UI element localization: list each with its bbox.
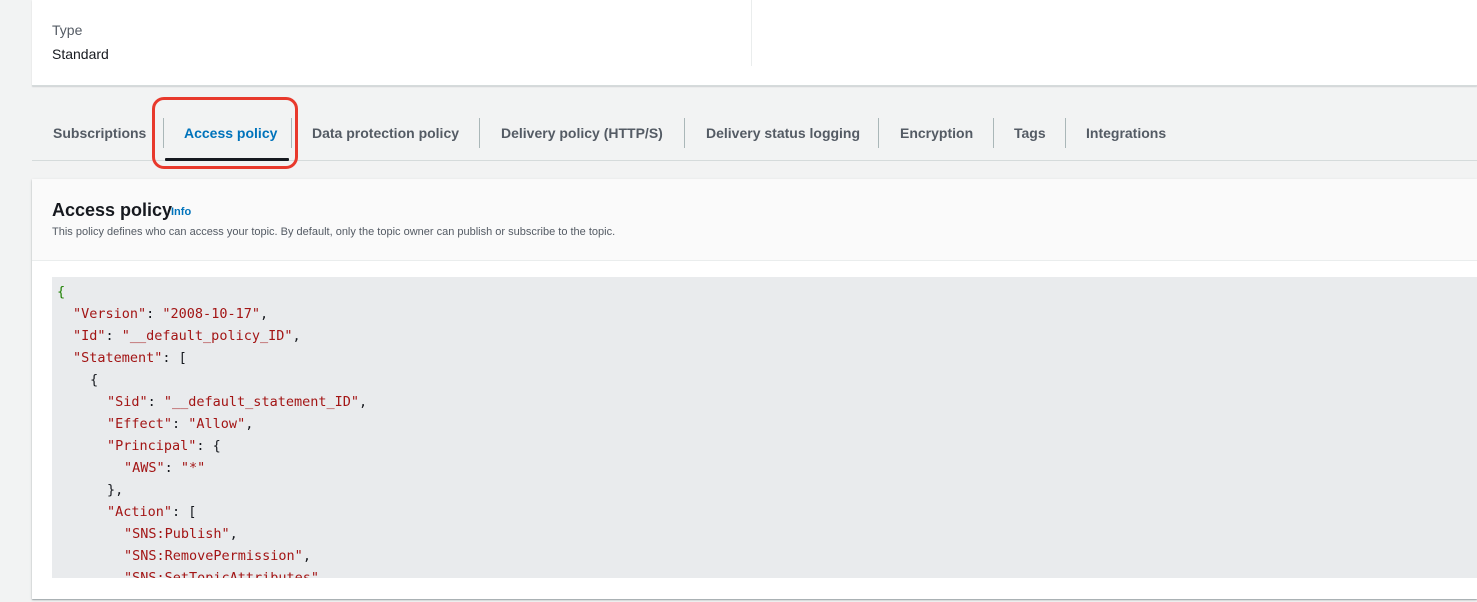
code-line: "SNS:SetTopicAttributes", bbox=[124, 567, 327, 578]
tab-data-protection-policy[interactable]: Data protection policy bbox=[312, 108, 459, 158]
code-line: { bbox=[90, 369, 98, 391]
json-bracket: [ bbox=[178, 350, 187, 366]
tab-subscriptions[interactable]: Subscriptions bbox=[53, 108, 146, 158]
tab-encryption[interactable]: Encryption bbox=[900, 108, 973, 158]
code-line: "Action": [ bbox=[107, 504, 197, 520]
policy-json-editor[interactable]: { "Version": "2008-10-17", "Id": "__defa… bbox=[52, 277, 1477, 578]
code-line: "SNS:RemovePermission", bbox=[124, 548, 311, 564]
type-value: Standard bbox=[52, 46, 109, 62]
topic-details-card: Type Standard bbox=[32, 0, 1477, 86]
json-key: "Version" bbox=[73, 306, 147, 322]
tab-separator bbox=[684, 118, 685, 148]
tab-separator bbox=[878, 118, 879, 148]
json-bracket: [ bbox=[188, 504, 197, 520]
json-key: "Effect" bbox=[107, 416, 173, 432]
json-value: "2008-10-17" bbox=[162, 306, 260, 322]
tab-separator bbox=[1065, 118, 1066, 148]
json-key: "Principal" bbox=[107, 438, 197, 454]
json-key: "Id" bbox=[73, 328, 106, 344]
code-line: }, bbox=[107, 479, 123, 501]
code-line: { bbox=[57, 281, 65, 303]
json-value: "__default_statement_ID" bbox=[163, 394, 359, 410]
code-line: "Principal": { bbox=[107, 438, 221, 454]
json-brace: { bbox=[90, 372, 99, 388]
json-value: "__default_policy_ID" bbox=[121, 328, 293, 344]
json-brace: { bbox=[57, 284, 66, 300]
code-line: "Version": "2008-10-17", bbox=[73, 306, 269, 322]
tab-delivery-policy[interactable]: Delivery policy (HTTP/S) bbox=[501, 108, 663, 158]
column-divider bbox=[751, 0, 752, 66]
tab-delivery-status-logging[interactable]: Delivery status logging bbox=[706, 108, 860, 158]
tab-tags[interactable]: Tags bbox=[1014, 108, 1046, 158]
json-value: "SNS:Publish" bbox=[124, 526, 230, 542]
json-value: "SNS:SetTopicAttributes" bbox=[124, 570, 320, 578]
json-brace: }, bbox=[107, 482, 124, 498]
tab-integrations[interactable]: Integrations bbox=[1086, 108, 1166, 158]
code-line: "Id": "__default_policy_ID", bbox=[73, 328, 301, 344]
access-policy-panel: Access policy Info This policy defines w… bbox=[32, 179, 1477, 599]
panel-description: This policy defines who can access your … bbox=[52, 226, 616, 238]
json-value: "SNS:RemovePermission" bbox=[124, 548, 303, 564]
tab-separator bbox=[993, 118, 994, 148]
code-line: "SNS:Publish", bbox=[124, 526, 238, 542]
code-line: "Effect": "Allow", bbox=[107, 416, 254, 432]
type-label: Type bbox=[52, 22, 83, 38]
info-link[interactable]: Info bbox=[171, 206, 191, 218]
panel-title: Access policy bbox=[52, 200, 173, 220]
json-key: "Action" bbox=[107, 504, 173, 520]
json-brace: { bbox=[212, 438, 221, 454]
json-value: "Allow" bbox=[188, 416, 246, 432]
json-value: "*" bbox=[180, 460, 206, 476]
code-line: "AWS": "*" bbox=[124, 460, 206, 476]
json-key: "Statement" bbox=[73, 350, 163, 366]
code-line: "Sid": "__default_statement_ID", bbox=[107, 394, 368, 410]
json-key: "AWS" bbox=[124, 460, 165, 476]
json-key: "Sid" bbox=[107, 394, 148, 410]
code-line: "Statement": [ bbox=[73, 350, 187, 366]
highlight-annotation bbox=[152, 97, 298, 169]
tab-separator bbox=[479, 118, 480, 148]
access-policy-header: Access policy Info This policy defines w… bbox=[32, 179, 1477, 261]
